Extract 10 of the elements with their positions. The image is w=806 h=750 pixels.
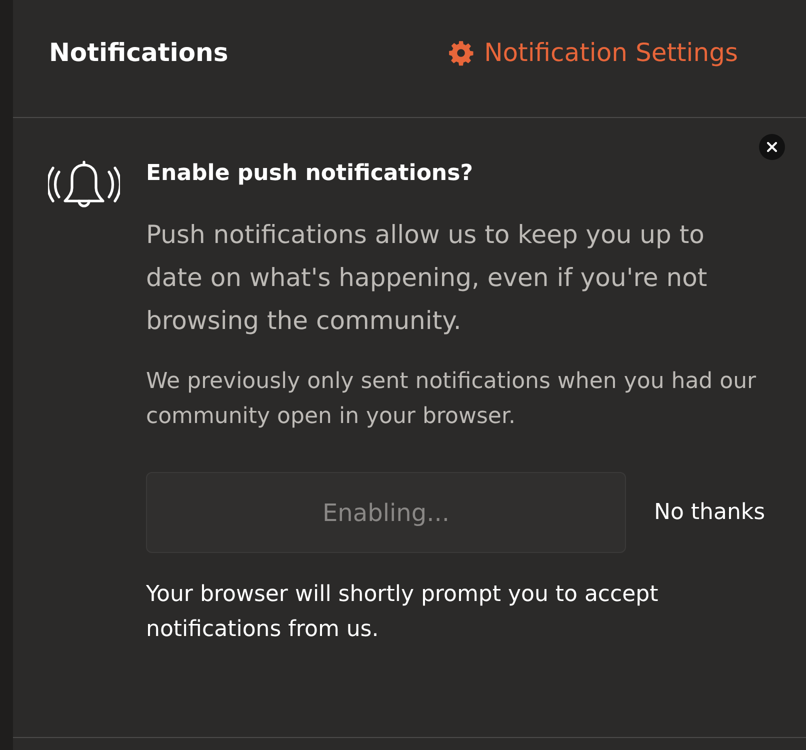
notification-settings-link[interactable]: Notification Settings — [448, 36, 738, 70]
prompt-description: Push notifications allow us to keep you up to date on what's happening, even if you're not browsing the community. — [146, 219, 708, 337]
prompt-note: We previously only sent notifications when you had our community open in your browser. — [146, 368, 758, 431]
prompt-title: Enable push notifications? — [146, 160, 474, 188]
no-thanks-button[interactable]: No thanks — [654, 496, 766, 528]
status-message: Your browser will shortly prompt you to accept notifications from us. — [146, 581, 660, 644]
close-button[interactable] — [759, 134, 785, 160]
panel-title: Notifications — [49, 37, 228, 69]
settings-icon — [448, 40, 474, 66]
close-icon — [767, 142, 777, 152]
